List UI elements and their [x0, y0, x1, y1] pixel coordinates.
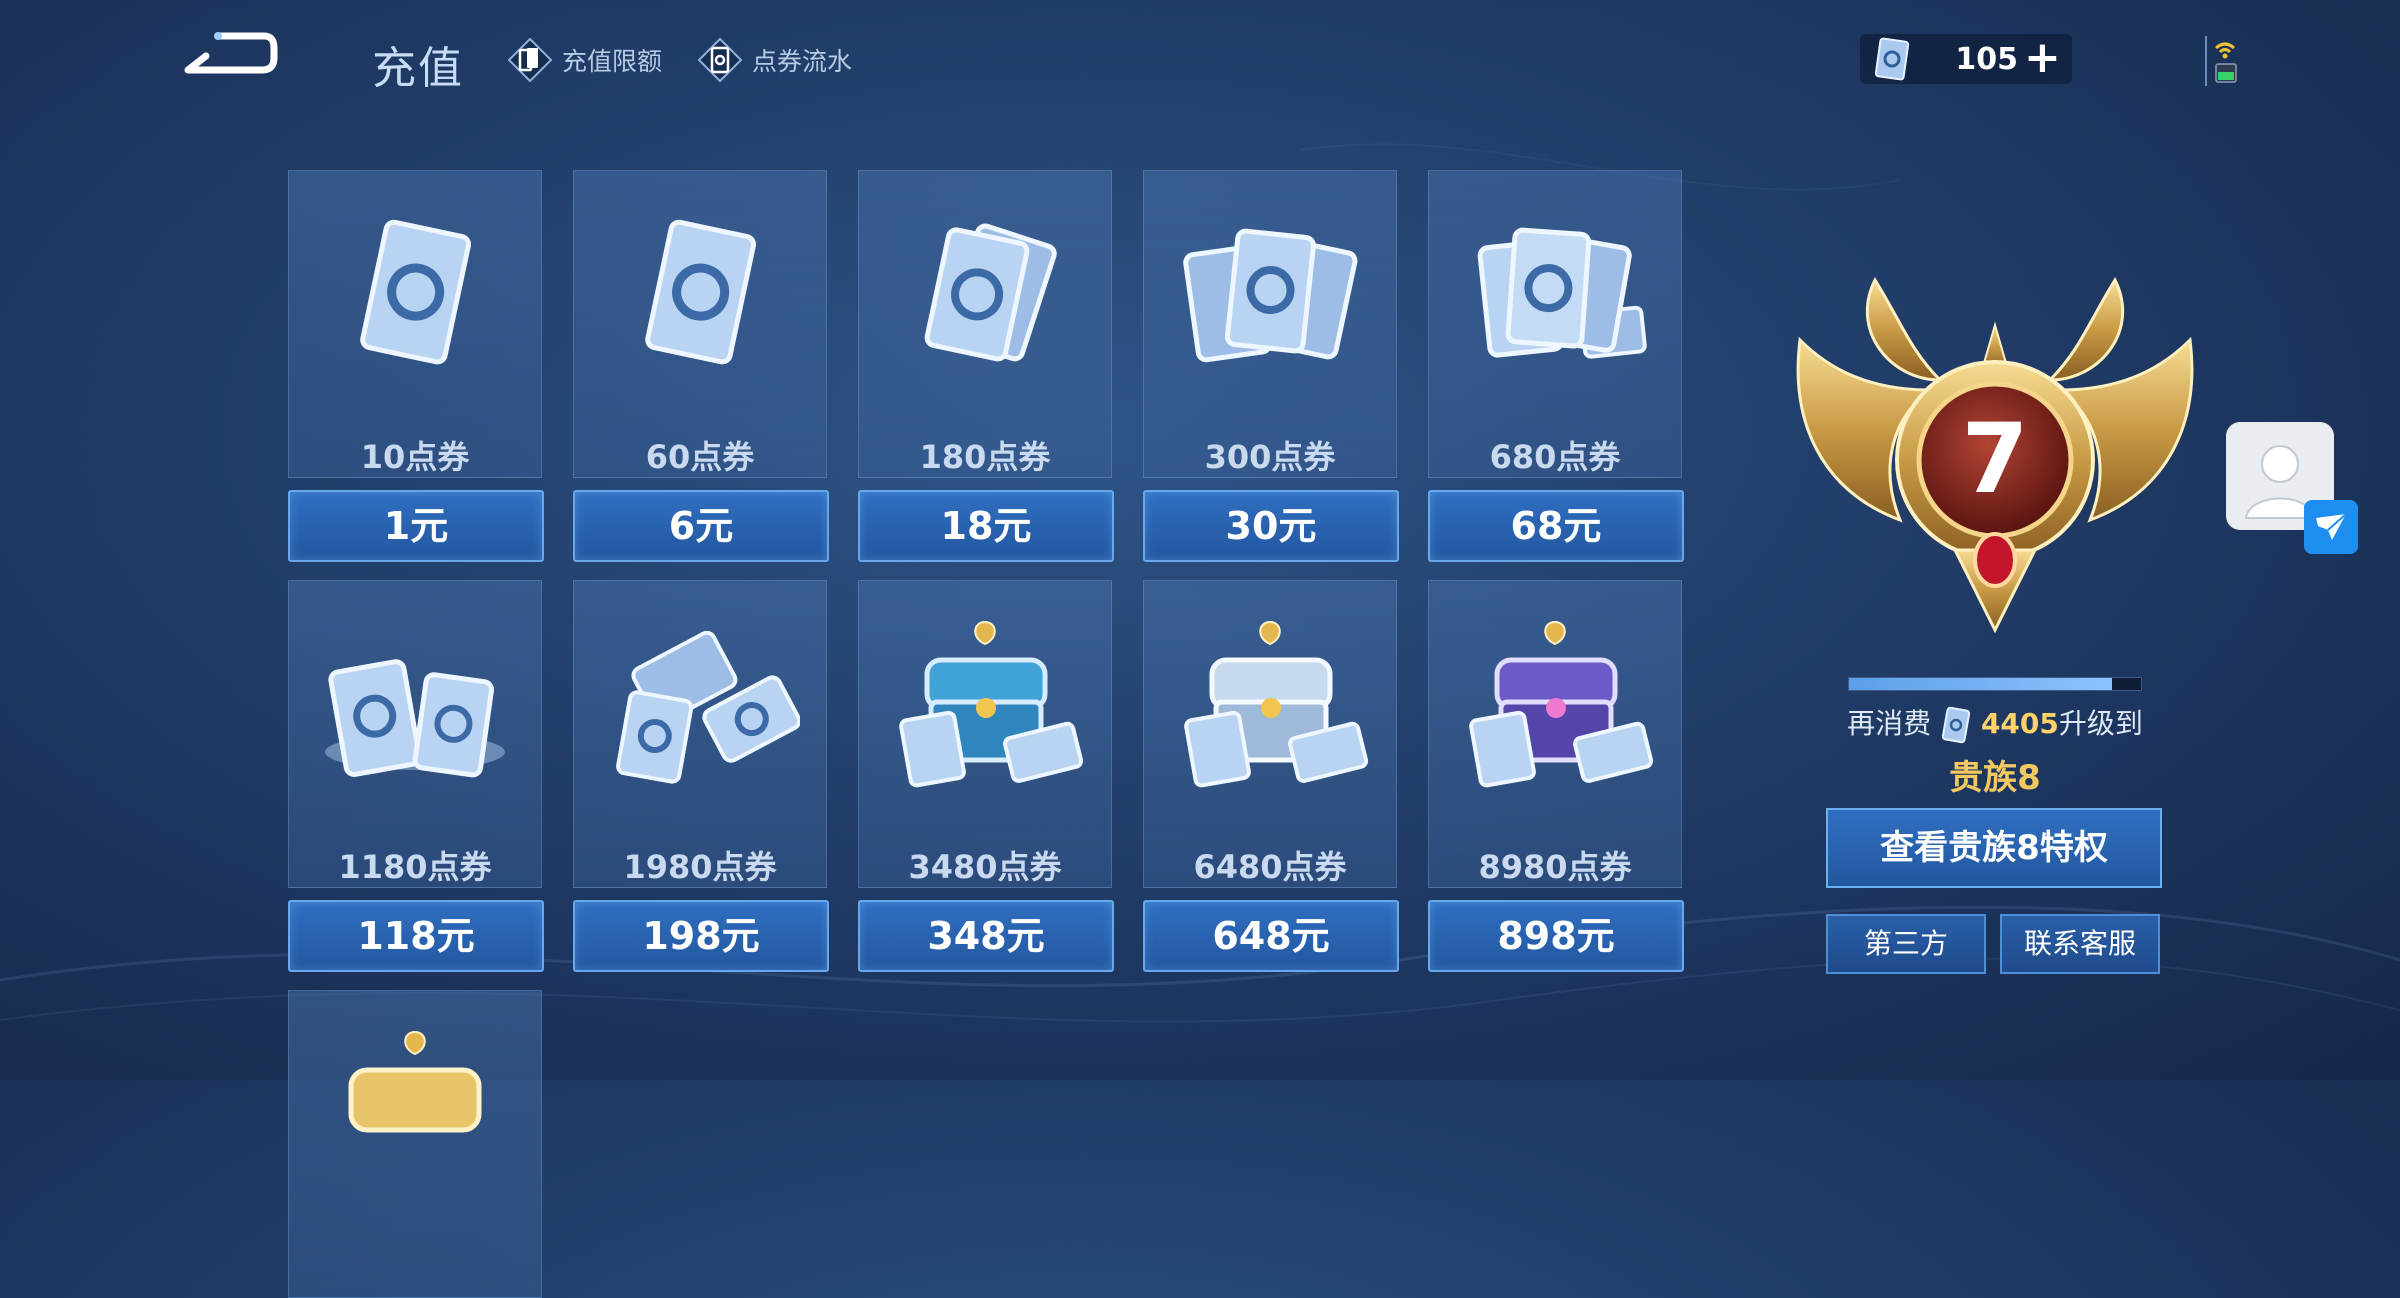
points-label: 8980点券 — [1478, 848, 1632, 886]
treasure-chest-purple-icon — [1469, 620, 1654, 788]
treasure-chest-silver-icon — [1184, 620, 1369, 788]
wifi-battery-icon — [2205, 36, 2237, 86]
upgrade-amount: 4405 — [1980, 707, 2059, 740]
coupon-icon — [1874, 37, 1910, 81]
third-party-button[interactable]: 第三方 — [1826, 914, 1986, 974]
share-bird-icon[interactable] — [2304, 500, 2358, 554]
price-button[interactable]: 18元 — [858, 490, 1114, 562]
price-button[interactable]: 1元 — [288, 490, 544, 562]
upgrade-requirement: 再消费 4405升级到 — [1780, 702, 2210, 744]
price-button[interactable]: 898元 — [1428, 900, 1684, 972]
treasure-chest-gold-icon — [348, 1030, 482, 1133]
price-button[interactable]: 68元 — [1428, 490, 1684, 562]
points-label: 60点券 — [645, 438, 755, 476]
price-button[interactable]: 348元 — [858, 900, 1114, 972]
points-label: 180点券 — [919, 438, 1051, 476]
price-button[interactable]: 30元 — [1143, 490, 1399, 562]
coupon-flow-label: 点券流水 — [752, 47, 853, 76]
contact-service-button[interactable]: 联系客服 — [2000, 914, 2160, 974]
points-label: 1180点券 — [338, 848, 492, 886]
recharge-limit-link[interactable]: 充值限额 — [508, 38, 662, 82]
triple-coupon-icon — [1183, 228, 1358, 363]
coupon-amount: 105 — [1955, 41, 2018, 77]
upgrade-suffix: 升级到 — [2058, 707, 2143, 740]
points-label: 10点券 — [360, 438, 470, 476]
back-arrow-icon[interactable] — [178, 26, 278, 86]
next-noble-level: 贵族8 — [1949, 758, 2041, 798]
price-button[interactable]: 198元 — [573, 900, 829, 972]
treasure-chest-cyan-icon — [899, 620, 1084, 788]
noble-level-badge: 7 — [1796, 276, 2194, 634]
badge-level-number: 7 — [1962, 403, 2029, 515]
coupon-stack-icon — [616, 630, 800, 784]
page-title: 充值 — [372, 43, 464, 94]
points-label: 3480点券 — [908, 848, 1062, 886]
upgrade-prefix: 再消费 — [1847, 707, 1932, 740]
coupon-card-icon — [360, 219, 472, 365]
points-label: 680点券 — [1489, 438, 1621, 476]
cards-icon — [508, 38, 552, 82]
noble-progress-fill — [1849, 678, 2112, 690]
coupon-fan-icon — [1477, 227, 1647, 359]
view-privilege-button[interactable]: 查看贵族8特权 — [1826, 808, 2162, 888]
coupon-flow-icon — [698, 38, 742, 82]
points-label: 300点券 — [1204, 438, 1336, 476]
price-button[interactable]: 648元 — [1143, 900, 1399, 972]
noble-progress-bar — [1848, 677, 2142, 691]
coupon-pile-icon — [325, 659, 505, 778]
add-coupon-button[interactable]: + — [2024, 36, 2061, 80]
price-button[interactable]: 6元 — [573, 490, 829, 562]
points-label: 6480点券 — [1193, 848, 1347, 886]
coupon-flow-link[interactable]: 点券流水 — [698, 38, 852, 82]
coupon-icon — [1941, 706, 1971, 744]
price-button[interactable]: 118元 — [288, 900, 544, 972]
points-label: 1980点券 — [623, 848, 777, 886]
coupon-balance: 105 + — [1860, 34, 2072, 84]
coupon-card-icon — [645, 219, 757, 365]
recharge-limit-label: 充值限额 — [562, 47, 663, 76]
double-coupon-icon — [924, 223, 1057, 362]
